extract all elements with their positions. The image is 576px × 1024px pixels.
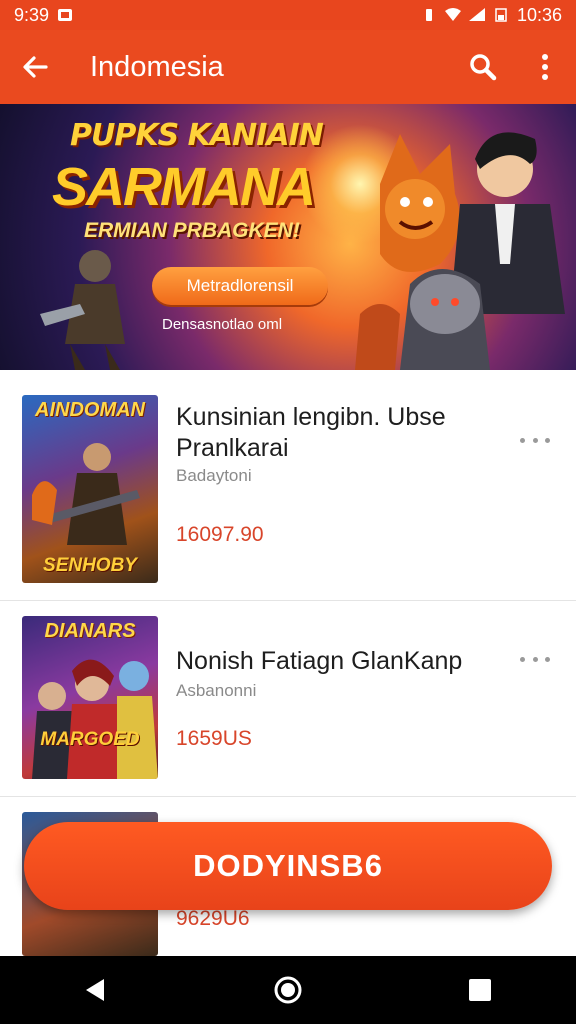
primary-action-button[interactable]: DODYINSB6: [24, 822, 552, 910]
app-bar: Indomesia: [0, 30, 576, 104]
vibrate-icon: [425, 9, 432, 21]
item-thumbnail: DIANARS MARGOED: [22, 616, 158, 779]
nav-back-button[interactable]: [66, 960, 126, 1020]
list-item[interactable]: DIANARS MARGOED Nonish Fatiagn GlanKanp …: [0, 601, 576, 797]
thumbnail-caption: SENHOBY: [43, 555, 137, 576]
banner-headline-1: PUPKS KANIAIN: [70, 118, 324, 153]
arrow-left-icon: [23, 56, 48, 78]
more-options-button[interactable]: [514, 30, 576, 104]
circle-home-icon: [274, 976, 302, 1004]
item-price: 16097.90: [176, 523, 264, 546]
item-price: 1659US: [176, 727, 252, 750]
status-bar: 9:39 10:36: [0, 0, 576, 30]
item-subtitle: Asbanonni: [176, 681, 257, 700]
banner-headline-3: ERMIAN PRBAGKEN!: [84, 219, 300, 242]
triangle-back-icon: [86, 979, 104, 1001]
square-recents-icon: [469, 979, 491, 1001]
promo-banner[interactable]: PUPKS KANIAIN SARMANA ERMIAN PRBAGKEN! M…: [0, 104, 576, 370]
status-time-right: 10:36: [516, 4, 562, 25]
banner-cta-button[interactable]: Metradlorensil: [152, 267, 328, 305]
item-more-button[interactable]: [520, 430, 550, 450]
character-illustration-right: [355, 132, 565, 370]
battery-icon: [495, 8, 507, 22]
list-item[interactable]: AINDOMAN SENHOBY Kunsinian lengibn. Ubse…: [0, 370, 576, 601]
item-title: Nonish Fatiagn GlanKanp: [176, 647, 463, 675]
back-button[interactable]: [0, 30, 70, 104]
wifi-icon: [444, 8, 461, 21]
search-icon: [470, 54, 497, 81]
search-button[interactable]: [452, 30, 514, 104]
nav-home-button[interactable]: [258, 960, 318, 1020]
item-thumbnail: AINDOMAN SENHOBY: [22, 395, 158, 583]
banner-subtext: Densasnotlao oml: [162, 316, 283, 333]
more-vert-icon: [542, 54, 548, 80]
page-title: Indomesia: [90, 50, 224, 83]
thumbnail-caption: MARGOED: [40, 729, 140, 750]
notification-icon: [58, 9, 73, 21]
character-illustration-left: [40, 250, 125, 370]
item-title: Kunsinian lengibn. Ubse Pranlkarai: [176, 403, 446, 462]
thumbnail-title: DIANARS: [44, 620, 136, 642]
item-subtitle: Badaytoni: [176, 466, 252, 485]
nav-recents-button[interactable]: [450, 960, 510, 1020]
system-nav-bar: [0, 956, 576, 1024]
item-price: 9629U6: [176, 907, 250, 930]
signal-icon: [468, 8, 485, 21]
thumbnail-title: AINDOMAN: [35, 399, 145, 421]
item-more-button[interactable]: [520, 649, 550, 669]
status-time-left: 9:39: [14, 4, 50, 25]
banner-headline-2: SARMANA: [52, 157, 316, 217]
